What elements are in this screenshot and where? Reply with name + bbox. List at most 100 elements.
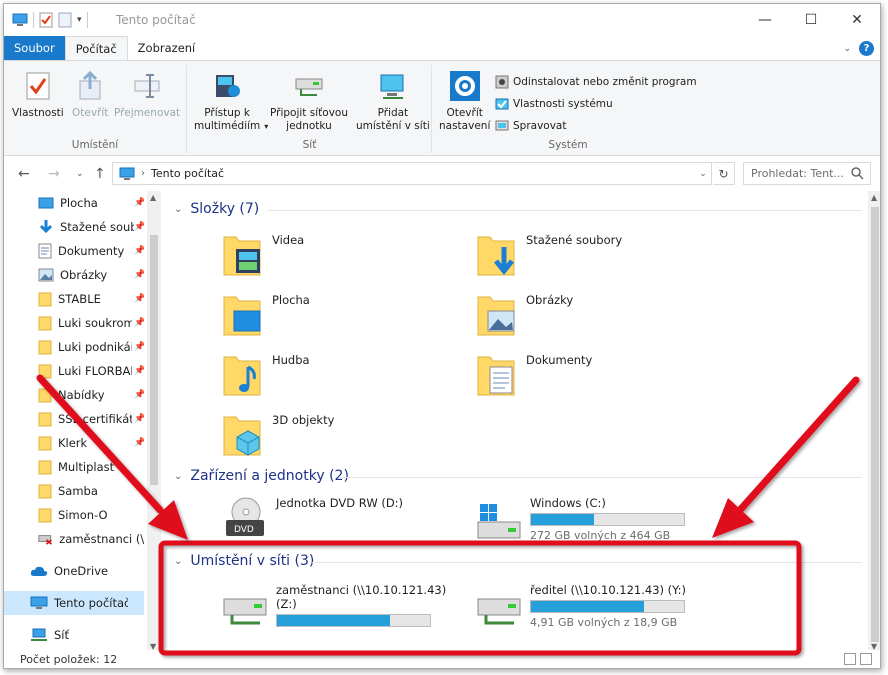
properties-button[interactable]: Vlastnosti xyxy=(12,69,64,120)
scroll-up-icon[interactable]: ▲ xyxy=(150,193,156,202)
add-network-location-button[interactable]: Přidat umístění v síti xyxy=(356,69,430,133)
folder-desktop[interactable]: Plocha xyxy=(222,291,310,337)
folder-icon xyxy=(38,292,52,307)
close-button[interactable]: ✕ xyxy=(834,4,880,36)
rename-icon xyxy=(134,74,160,98)
tab-view[interactable]: Zobrazení xyxy=(128,36,206,60)
minimize-button[interactable]: — xyxy=(742,4,788,36)
network-drive-z[interactable]: zaměstnanci (\\10.10.121.43) (Z:) xyxy=(222,583,446,629)
properties-icon[interactable] xyxy=(39,12,53,28)
pin-icon[interactable]: 📌 xyxy=(134,222,144,232)
chevron-down-icon[interactable]: ⌄ xyxy=(174,471,182,482)
pin-icon[interactable]: 📌 xyxy=(134,246,144,256)
map-network-drive-button[interactable]: Připojit síťovou jednotku xyxy=(270,69,348,133)
folder-icon xyxy=(38,436,52,451)
folder-documents[interactable]: Dokumenty xyxy=(476,351,592,397)
folder-downloads[interactable]: Stažené soubory xyxy=(476,231,622,277)
group-location: Vlastnosti Otevřít Přejmenovat Umístění xyxy=(4,65,187,153)
nav-item-this-pc[interactable]: Tento počítač xyxy=(4,591,144,615)
nav-item-folder[interactable]: Multiplast xyxy=(4,455,144,479)
chevron-down-icon[interactable]: ⌄ xyxy=(174,556,182,567)
open-settings-button[interactable]: Otevřít nastavení xyxy=(439,69,490,133)
chevron-right-icon[interactable]: › xyxy=(141,168,145,179)
nav-item-folder[interactable]: Nabídky📌 xyxy=(4,383,144,407)
nav-scrollbar[interactable]: ▲ ▼ xyxy=(147,191,161,653)
open-button[interactable]: Otevřít xyxy=(72,69,108,120)
details-view-icon[interactable] xyxy=(844,653,856,665)
rename-button[interactable]: Přejmenovat xyxy=(114,69,180,120)
tab-computer[interactable]: Počítač xyxy=(64,36,128,60)
nav-item-folder[interactable]: SSL certifikáty📌 xyxy=(4,407,144,431)
tiles-view-icon[interactable] xyxy=(860,653,872,665)
scroll-thumb[interactable] xyxy=(871,207,879,642)
divider xyxy=(312,562,862,563)
nav-item-onedrive[interactable]: OneDrive xyxy=(4,559,144,583)
section-devices[interactable]: ⌄ Zařízení a jednotky (2) xyxy=(174,468,349,484)
folder-icon xyxy=(38,412,52,427)
pin-icon[interactable]: 📌 xyxy=(134,390,144,400)
network-location-icon xyxy=(380,74,404,99)
pin-icon[interactable]: 📌 xyxy=(134,318,144,328)
nav-item-folder[interactable]: STABLE📌 xyxy=(4,287,144,311)
window-controls: — ☐ ✕ xyxy=(742,4,880,36)
manage-button[interactable]: Spravovat xyxy=(495,119,566,133)
address-bar[interactable]: › Tento počítač xyxy=(112,162,712,185)
help-icon[interactable]: ? xyxy=(859,41,874,56)
uninstall-program-button[interactable]: Odinstalovat nebo změnit program xyxy=(495,75,697,89)
pin-icon[interactable]: 📌 xyxy=(134,414,144,424)
scroll-up-icon[interactable]: ▲ xyxy=(871,193,877,202)
section-folders[interactable]: ⌄ Složky (7) xyxy=(174,201,259,217)
chevron-down-icon[interactable]: ⌄ xyxy=(843,44,851,54)
nav-item-folder[interactable]: Luki soukrom📌 xyxy=(4,311,144,335)
folder-3d-objects[interactable]: 3D objekty xyxy=(222,411,334,457)
nav-item-folder[interactable]: Samba xyxy=(4,479,144,503)
system-properties-button[interactable]: Vlastnosti systému xyxy=(495,97,613,111)
nav-item-desktop[interactable]: Plocha📌 xyxy=(4,191,144,215)
search-input[interactable]: Prohledat: Tent... xyxy=(743,162,871,185)
tab-file[interactable]: Soubor xyxy=(4,36,65,60)
section-network-locations[interactable]: ⌄ Umístění v síti (3) xyxy=(174,553,314,569)
drive-dvd[interactable]: DVD Jednotka DVD RW (D:) xyxy=(222,496,403,542)
computer-icon xyxy=(119,167,135,180)
content-scrollbar[interactable]: ▲ ▼ xyxy=(868,191,880,653)
breadcrumb[interactable]: Tento počítač xyxy=(151,167,224,180)
up-arrow-icon[interactable]: ↑ xyxy=(94,166,106,182)
media-access-button[interactable]: Přístup k multimédiím ▾ xyxy=(194,69,268,133)
nav-item-folder[interactable]: Simon-O xyxy=(4,503,144,527)
chevron-down-icon[interactable]: ⌄ xyxy=(695,163,711,184)
pin-icon[interactable]: 📌 xyxy=(134,270,144,280)
view-switcher xyxy=(844,653,872,665)
chevron-down-icon[interactable]: ⌄ xyxy=(174,204,182,215)
nav-item-folder[interactable]: Luki podnikái📌 xyxy=(4,335,144,359)
download-icon xyxy=(39,220,53,234)
network-drive-y[interactable]: ředitel (\\10.10.121.43) (Y:) 4,91 GB vo… xyxy=(476,583,686,630)
back-arrow-icon[interactable]: ← xyxy=(18,166,30,182)
pin-icon[interactable]: 📌 xyxy=(134,366,144,376)
drive-c[interactable]: Windows (C:) 272 GB volných z 464 GB xyxy=(476,496,685,543)
computer-icon xyxy=(12,13,28,26)
nav-item-downloads[interactable]: Stažené soub📌 xyxy=(4,215,144,239)
folder-music[interactable]: Hudba xyxy=(222,351,310,397)
open-icon xyxy=(79,71,101,100)
pin-icon[interactable]: 📌 xyxy=(134,342,144,352)
chevron-down-icon[interactable]: ⌄ xyxy=(76,169,84,179)
folder-icon xyxy=(38,460,52,475)
nav-item-folder[interactable]: Luki FLORBAI📌 xyxy=(4,359,144,383)
refresh-icon[interactable]: ↻ xyxy=(713,162,735,185)
nav-item-network[interactable]: Síť xyxy=(4,623,144,647)
nav-item-disconnected-drive[interactable]: zaměstnanci (\\1 xyxy=(4,527,144,551)
maximize-button[interactable]: ☐ xyxy=(788,4,834,36)
forward-arrow-icon[interactable]: → xyxy=(48,166,60,182)
nav-item-pictures[interactable]: Obrázky📌 xyxy=(4,263,144,287)
pin-icon[interactable]: 📌 xyxy=(134,198,144,208)
folder-icon xyxy=(38,316,52,331)
pin-icon[interactable]: 📌 xyxy=(134,438,144,448)
nav-item-documents[interactable]: Dokumenty📌 xyxy=(4,239,144,263)
folder-videos[interactable]: Videa xyxy=(222,231,304,277)
pin-icon[interactable]: 📌 xyxy=(134,294,144,304)
scroll-thumb[interactable] xyxy=(150,235,158,485)
chevron-down-icon[interactable]: ▾ xyxy=(77,15,82,25)
folder-pictures[interactable]: Obrázky xyxy=(476,291,573,337)
new-folder-icon[interactable] xyxy=(58,12,72,28)
nav-item-folder[interactable]: Klerk📌 xyxy=(4,431,144,455)
